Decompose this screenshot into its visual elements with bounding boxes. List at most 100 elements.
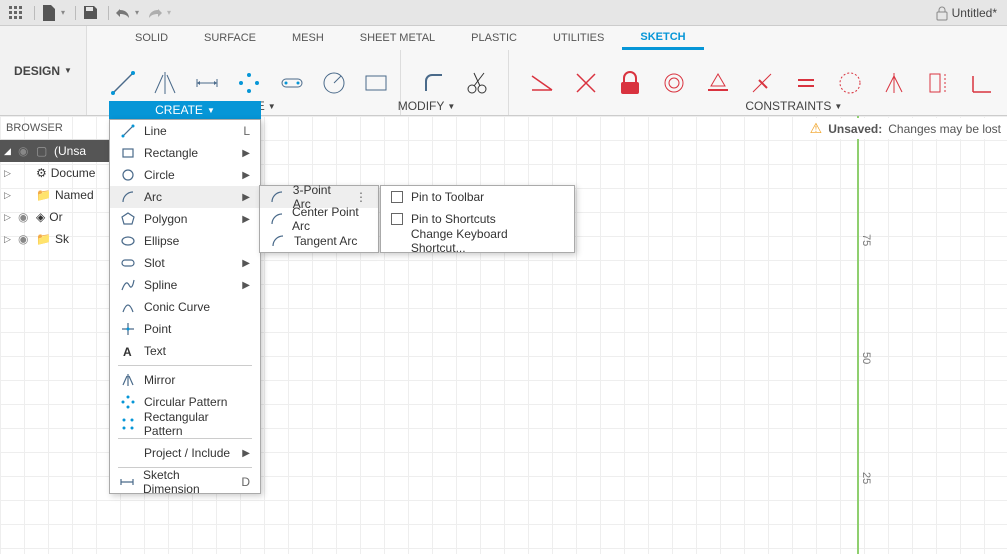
equal-constraint-icon[interactable] bbox=[789, 66, 823, 100]
browser-panel: BROWSER ◢ ◉ ▢ (Unsa ▷ ◉ ⚙ Docume ▷ ◉ 📁 N… bbox=[0, 116, 110, 250]
menu-item-polygon[interactable]: Polygon▶ bbox=[110, 208, 260, 230]
arc-icon bbox=[120, 190, 136, 204]
parallel-constraint-icon[interactable] bbox=[965, 66, 999, 100]
line-icon bbox=[120, 124, 136, 138]
chevron-down-icon[interactable]: ▾ bbox=[61, 8, 65, 17]
menu-item-slot[interactable]: Slot▶ bbox=[110, 252, 260, 274]
more-icon[interactable]: ⋮ bbox=[355, 190, 368, 204]
tab-surface[interactable]: SURFACE bbox=[186, 28, 274, 48]
dim-icon bbox=[120, 475, 135, 489]
ruler-tick: 25 bbox=[860, 472, 872, 484]
horizontal-constraint-icon[interactable] bbox=[525, 66, 559, 100]
submenu-arrow-icon: ▶ bbox=[242, 148, 250, 159]
submenu-arrow-icon: ▶ bbox=[242, 214, 250, 225]
circle-icon bbox=[120, 168, 136, 182]
app-grid-icon[interactable] bbox=[6, 3, 26, 23]
menu-item-conic-curve[interactable]: Conic Curve bbox=[110, 296, 260, 318]
checkbox-icon[interactable] bbox=[391, 191, 403, 203]
arc-icon bbox=[270, 234, 286, 248]
submenu-item-center-point-arc[interactable]: Center Point Arc bbox=[260, 208, 378, 230]
visibility-icon[interactable]: ◉ bbox=[18, 144, 32, 158]
browser-node[interactable]: ▷ ◉ 📁 Named bbox=[0, 184, 110, 206]
tab-utilities[interactable]: UTILITIES bbox=[535, 28, 622, 48]
ellipse-icon bbox=[120, 234, 136, 248]
rectpat-icon bbox=[120, 417, 136, 431]
menu-item-rectangular-pattern[interactable]: Rectangular Pattern bbox=[110, 413, 260, 435]
browser-node[interactable]: ▷ ◉ 📁 Sk bbox=[0, 228, 110, 250]
undo-icon[interactable] bbox=[113, 3, 133, 23]
lock-constraint-icon[interactable] bbox=[613, 66, 647, 100]
menu-item-mirror[interactable]: Mirror bbox=[110, 369, 260, 391]
context-menu: Pin to ToolbarPin to ShortcutsChange Key… bbox=[380, 185, 575, 253]
ruler-tick: 50 bbox=[860, 352, 872, 364]
symmetry-constraint-icon[interactable] bbox=[877, 66, 911, 100]
menu-item-ellipse[interactable]: Ellipse bbox=[110, 230, 260, 252]
create-dropdown-menu: LineLRectangle▶Circle▶Arc▶Polygon▶Ellips… bbox=[109, 119, 261, 494]
point-icon bbox=[120, 322, 136, 336]
coincident-constraint-icon[interactable] bbox=[569, 66, 603, 100]
browser-node[interactable]: ▷ ◉ ◈ Or bbox=[0, 206, 110, 228]
tab-mesh[interactable]: MESH bbox=[274, 28, 342, 48]
expand-icon[interactable]: ▷ bbox=[4, 234, 14, 245]
warning-icon: ⚠ bbox=[810, 120, 823, 137]
trim-tool-icon[interactable] bbox=[461, 66, 495, 100]
divider bbox=[34, 6, 35, 20]
dimension-tool-icon[interactable] bbox=[191, 66, 223, 100]
line-tool-icon[interactable] bbox=[107, 66, 139, 100]
submenu-item-tangent-arc[interactable]: Tangent Arc bbox=[260, 230, 378, 252]
menu-item-project-include[interactable]: Project / Include▶ bbox=[110, 442, 260, 464]
visibility-icon[interactable]: ◉ bbox=[18, 232, 32, 246]
perpendicular-constraint-icon[interactable] bbox=[745, 66, 779, 100]
context-item-change-keyboard-shortcut-[interactable]: Change Keyboard Shortcut... bbox=[381, 230, 574, 252]
folder-icon: 📁 bbox=[36, 232, 51, 246]
tab-sheet-metal[interactable]: SHEET METAL bbox=[342, 28, 453, 48]
tab-sketch[interactable]: SKETCH bbox=[622, 27, 703, 50]
browser-node[interactable]: ▷ ◉ ⚙ Docume bbox=[0, 162, 110, 184]
tab-solid[interactable]: SOLID bbox=[117, 28, 186, 48]
rectangle-tool-icon[interactable] bbox=[360, 66, 392, 100]
gear-icon: ⚙ bbox=[36, 166, 47, 180]
visibility-icon[interactable]: ◉ bbox=[18, 210, 32, 224]
tab-plastic[interactable]: PLASTIC bbox=[453, 28, 535, 48]
circle-tool-icon[interactable] bbox=[318, 66, 350, 100]
create-dropdown-header[interactable]: CREATE▼ bbox=[109, 101, 261, 119]
chevron-down-icon[interactable]: ▾ bbox=[135, 8, 139, 17]
menu-item-text[interactable]: AText bbox=[110, 340, 260, 362]
save-icon[interactable] bbox=[80, 3, 100, 23]
concentric-constraint-icon[interactable] bbox=[833, 66, 867, 100]
tangent-constraint-icon[interactable] bbox=[657, 66, 691, 100]
new-file-icon[interactable] bbox=[39, 3, 59, 23]
expand-icon[interactable]: ▷ bbox=[4, 190, 14, 201]
menu-item-circle[interactable]: Circle▶ bbox=[110, 164, 260, 186]
expand-icon[interactable]: ▷ bbox=[4, 168, 14, 179]
expand-icon[interactable]: ▷ bbox=[4, 212, 14, 223]
menu-item-arc[interactable]: Arc▶ bbox=[110, 186, 260, 208]
redo-icon[interactable] bbox=[145, 3, 165, 23]
slot-tool-icon[interactable] bbox=[276, 66, 308, 100]
conic-icon bbox=[120, 300, 136, 314]
menu-item-spline[interactable]: Spline▶ bbox=[110, 274, 260, 296]
menu-item-sketch-dimension[interactable]: Sketch DimensionD bbox=[110, 471, 260, 493]
menu-item-line[interactable]: LineL bbox=[110, 120, 260, 142]
modify-group-label[interactable]: MODIFY▼ bbox=[398, 97, 456, 115]
context-item-pin-to-toolbar[interactable]: Pin to Toolbar bbox=[381, 186, 574, 208]
ribbon-tabs: SOLID SURFACE MESH SHEET METAL PLASTIC U… bbox=[87, 26, 1007, 50]
svg-text:A: A bbox=[123, 345, 132, 359]
menu-item-point[interactable]: Point bbox=[110, 318, 260, 340]
mirror-tool-icon[interactable] bbox=[149, 66, 181, 100]
browser-root-node[interactable]: ◢ ◉ ▢ (Unsa bbox=[0, 140, 110, 162]
midpoint-constraint-icon[interactable] bbox=[701, 66, 735, 100]
collinear-constraint-icon[interactable] bbox=[921, 66, 955, 100]
collapse-icon[interactable]: ◢ bbox=[4, 146, 14, 157]
fillet-tool-icon[interactable] bbox=[417, 66, 451, 100]
submenu-arrow-icon: ▶ bbox=[242, 448, 250, 459]
browser-header: BROWSER bbox=[0, 116, 110, 140]
chevron-down-icon[interactable]: ▾ bbox=[167, 8, 171, 17]
circular-pattern-icon[interactable] bbox=[233, 66, 265, 100]
checkbox-icon[interactable] bbox=[391, 213, 403, 225]
arc-icon bbox=[270, 212, 284, 226]
constraints-group-label[interactable]: CONSTRAINTS▼ bbox=[745, 97, 842, 115]
menu-item-rectangle[interactable]: Rectangle▶ bbox=[110, 142, 260, 164]
top-menu-bar: ▾ ▾ ▾ Untitled* bbox=[0, 0, 1007, 26]
design-workspace-button[interactable]: DESIGN▼ bbox=[0, 26, 87, 115]
